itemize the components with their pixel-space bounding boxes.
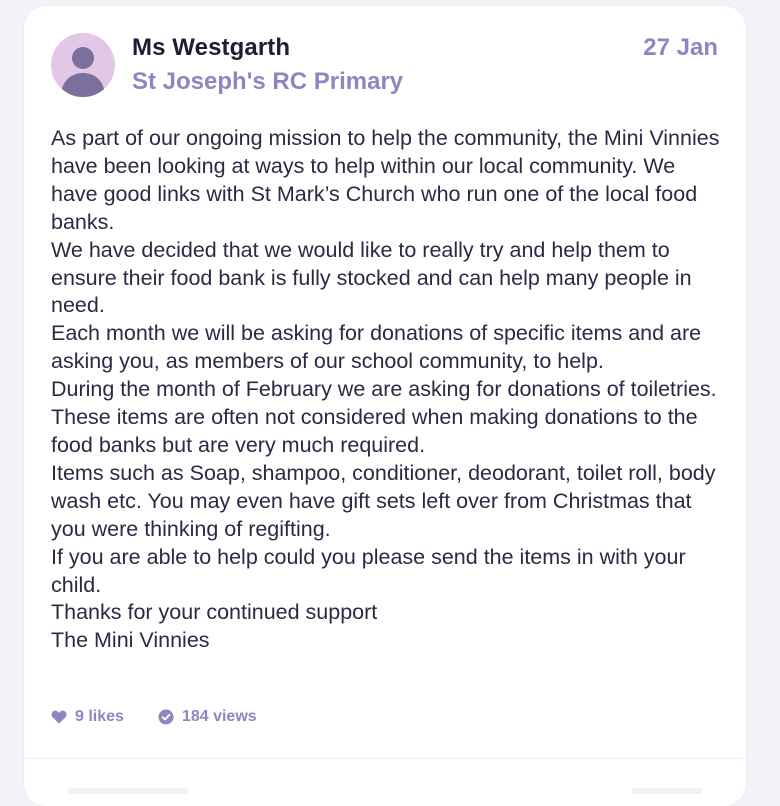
check-circle-icon [158, 709, 174, 725]
post-paragraph: Each month we will be asking for donatio… [51, 321, 702, 374]
author-name[interactable]: Ms Westgarth [132, 34, 290, 62]
post-paragraph: During the month of February we are aski… [51, 377, 717, 457]
post-stats: 9 likes 184 views [51, 708, 291, 726]
views-stat: 184 views [158, 708, 257, 726]
school-name[interactable]: St Joseph's RC Primary [132, 68, 403, 96]
views-count: 184 views [181, 708, 257, 725]
person-silhouette-icon [61, 47, 105, 97]
post-body: As part of our ongoing mission to help t… [51, 125, 721, 655]
post-paragraph: Thanks for your continued support [51, 600, 378, 625]
post-paragraph: As part of our ongoing mission to help t… [51, 126, 720, 234]
divider [24, 758, 746, 759]
post-paragraph: If you are able to help could you please… [51, 544, 686, 597]
post-paragraph: We have decided that we would like to re… [51, 237, 692, 318]
post-date: 27 Jan [643, 34, 718, 61]
like-button[interactable]: 9 likes [51, 708, 124, 726]
post-paragraph: Items such as Soap, shampoo, conditioner… [51, 460, 716, 541]
heart-icon [51, 710, 67, 724]
post-card: Ms Westgarth St Joseph's RC Primary 27 J… [24, 6, 746, 806]
likes-count: 9 likes [75, 708, 124, 725]
avatar[interactable] [51, 33, 115, 97]
post-paragraph: The Mini Vinnies [51, 628, 210, 653]
